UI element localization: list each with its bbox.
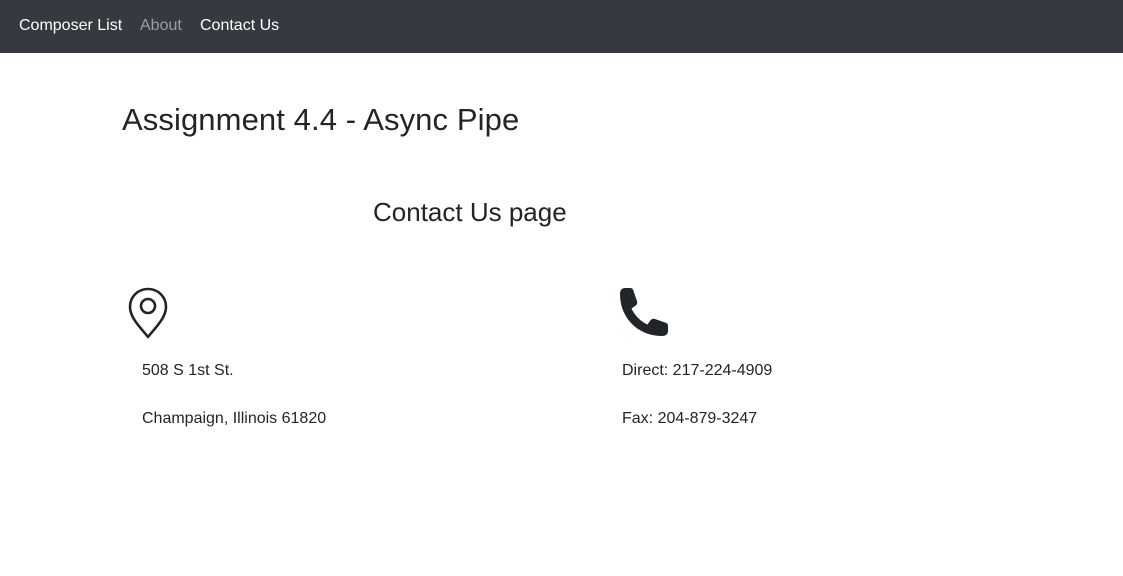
fax-number: Fax: 204-879-3247 xyxy=(622,410,758,427)
direct-phone: Direct: 217-224-4909 xyxy=(622,362,773,379)
nav-link-about[interactable]: About xyxy=(140,16,182,35)
phone-icon xyxy=(617,287,669,339)
address-line-2: Champaign, Illinois 61820 xyxy=(142,410,327,427)
top-navbar: Composer List About Contact Us xyxy=(0,0,1123,53)
page-title: Assignment 4.4 - Async Pipe xyxy=(122,102,520,137)
navbar-brand-link[interactable]: Composer List xyxy=(19,16,122,35)
address-line-1: 508 S 1st St. xyxy=(142,362,234,379)
page-subtitle: Contact Us page xyxy=(373,197,567,227)
location-pin-icon xyxy=(127,287,169,339)
nav-link-contact-us[interactable]: Contact Us xyxy=(200,16,279,35)
